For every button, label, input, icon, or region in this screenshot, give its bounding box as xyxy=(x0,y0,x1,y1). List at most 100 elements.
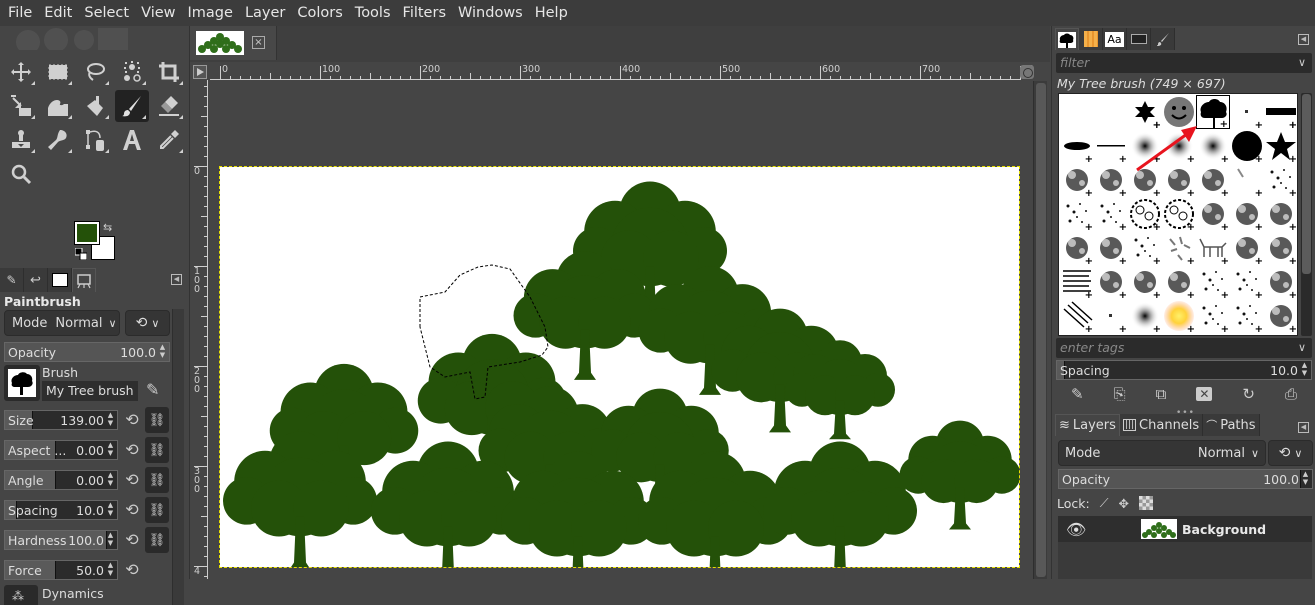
menu-help[interactable]: Help xyxy=(529,5,574,21)
brush-item-tree[interactable]: + xyxy=(1196,95,1230,130)
brush-item-sparse[interactable]: + xyxy=(1128,231,1162,267)
tab-paths[interactable]: ⌒ Paths xyxy=(1203,414,1260,436)
layer-opacity-spinner[interactable]: Opacity 100.0 ▲ ▼ xyxy=(1058,469,1313,489)
warp-transform-tool[interactable] xyxy=(41,90,75,122)
force-spinner[interactable]: Force 50.0 ▲ ▼ xyxy=(4,560,118,580)
eye-visibility-icon[interactable]: 👁 xyxy=(1066,520,1136,539)
brush-spacing-spinner[interactable]: Spacing 10.0 ▲ ▼ xyxy=(1056,360,1312,380)
spin-arrows-icon[interactable]: ▲ ▼ xyxy=(105,561,116,579)
menu-file[interactable]: File xyxy=(2,5,38,21)
menu-image[interactable]: Image xyxy=(182,5,239,21)
brush-item-star[interactable]: + xyxy=(1264,129,1297,165)
brushes-dock-menu-button[interactable]: ◀ xyxy=(1298,34,1309,45)
scrollbar-thumb[interactable] xyxy=(1302,94,1311,274)
dock-menu-button[interactable]: ◀ xyxy=(171,274,182,285)
spin-arrows-icon[interactable]: ▲ ▼ xyxy=(105,471,116,489)
canvas-viewport[interactable] xyxy=(209,81,1020,579)
new-brush-icon[interactable]: ⎘ xyxy=(1114,385,1126,403)
tab-channels[interactable]: ||| Channels xyxy=(1119,414,1204,436)
brush-item-sticks[interactable]: + xyxy=(1162,231,1196,267)
text-tool[interactable] xyxy=(115,124,149,156)
spin-arrows-icon[interactable]: ▲ ▼ xyxy=(1299,361,1310,379)
brush-item-sparse[interactable]: + xyxy=(1196,299,1230,335)
zoom-tool[interactable] xyxy=(4,158,38,190)
brush-item-splat[interactable]: + xyxy=(1094,231,1128,267)
dynamics-preview-button[interactable]: ⁂ xyxy=(4,585,38,605)
opacity-spinner[interactable]: Opacity 100.0 ▲ ▼ xyxy=(4,342,170,362)
brush-item-splat[interactable]: + xyxy=(1128,163,1162,199)
brush-item-stroke[interactable]: + xyxy=(1230,163,1264,199)
lock-alpha-icon[interactable] xyxy=(1138,496,1153,510)
tab-brushes[interactable] xyxy=(1055,28,1079,50)
menu-tools[interactable]: Tools xyxy=(349,5,397,21)
brush-item-sparse[interactable]: + xyxy=(1196,265,1230,301)
paintbrush-tool[interactable] xyxy=(115,90,149,122)
brush-item-blank[interactable] xyxy=(1060,95,1094,129)
chevron-down-icon[interactable]: ∨ xyxy=(1298,338,1306,358)
reset-spacing-icon[interactable]: ⟲ xyxy=(122,500,142,520)
edit-brush-icon[interactable]: ✎ xyxy=(1071,385,1084,403)
brush-item-fuzzy[interactable]: + xyxy=(1128,299,1162,335)
lock-pixels-icon[interactable]: ⟋ xyxy=(1100,495,1109,511)
brush-item-splat[interactable]: + xyxy=(1196,197,1230,233)
rect-select-tool[interactable] xyxy=(41,56,75,88)
smudge-tool[interactable] xyxy=(41,124,75,156)
reset-force-icon[interactable]: ⟲ xyxy=(122,560,142,580)
menu-colors[interactable]: Colors xyxy=(291,5,348,21)
link-aspect-button[interactable]: ⛓ xyxy=(145,437,169,463)
tab-paint-dynamics[interactable] xyxy=(1151,28,1175,50)
spin-arrows-icon[interactable]: ▲ ▼ xyxy=(105,441,116,459)
brush-item-splat[interactable]: + xyxy=(1094,163,1128,199)
brush-item-dot[interactable]: + xyxy=(1094,299,1128,335)
mode-effect-combo[interactable]: ⟲ ∨ xyxy=(125,310,170,336)
close-image-tab-icon[interactable]: × xyxy=(252,36,265,49)
spin-arrows-icon[interactable]: ▲ ▼ xyxy=(157,343,168,361)
brush-item-sparse[interactable]: + xyxy=(1264,163,1297,199)
delete-brush-icon[interactable]: ✕ xyxy=(1196,387,1213,401)
link-spacing-button[interactable]: ⛓ xyxy=(145,497,169,523)
brush-item-splat[interactable]: + xyxy=(1128,265,1162,301)
image-tab[interactable]: × xyxy=(190,26,277,60)
link-hardness-button[interactable]: ⛓ xyxy=(145,527,169,553)
brush-grid-scrollbar[interactable] xyxy=(1301,93,1312,336)
brush-item-noise[interactable]: + xyxy=(1264,299,1297,335)
brush-item-sparse[interactable]: + xyxy=(1230,299,1264,335)
eraser-tool[interactable] xyxy=(152,90,186,122)
tool-options-scrollbar[interactable] xyxy=(172,309,184,605)
refresh-brushes-icon[interactable]: ↻ xyxy=(1242,385,1255,403)
spin-arrows-icon[interactable]: ▲ ▼ xyxy=(1300,470,1311,488)
brush-preview-button[interactable] xyxy=(4,365,40,401)
brush-item-splat[interactable]: + xyxy=(1060,163,1094,199)
color-picker-tool[interactable] xyxy=(152,124,186,156)
layer-row[interactable]: 👁 Background xyxy=(1058,516,1312,542)
duplicate-brush-icon[interactable]: ⧉ xyxy=(1156,385,1167,403)
brush-item-bubbles[interactable]: + xyxy=(1162,197,1196,233)
reset-angle-icon[interactable]: ⟲ xyxy=(122,470,142,490)
brush-item-splat[interactable]: + xyxy=(1196,163,1230,199)
brush-item-line[interactable]: + xyxy=(1094,129,1128,165)
reset-size-icon[interactable]: ⟲ xyxy=(122,410,142,430)
menu-edit[interactable]: Edit xyxy=(38,5,78,21)
brush-grid[interactable]: + + + + + + + + + + + + + + + + + + + + + + + + + + + + + + + + + + + + + + + +… xyxy=(1058,93,1298,336)
brush-item-splat[interactable]: + xyxy=(1094,265,1128,301)
aspect-ratio-spinner[interactable]: Aspect ... 0.00 ▲ ▼ xyxy=(4,440,118,460)
brush-item-splat[interactable]: + xyxy=(1264,231,1297,267)
brush-filter-input[interactable]: filter ∨ xyxy=(1056,53,1312,73)
move-tool[interactable] xyxy=(4,56,38,88)
brush-tags-input[interactable]: enter tags ∨ xyxy=(1056,338,1312,358)
spin-arrows-icon[interactable]: ▲ ▼ xyxy=(105,411,116,429)
brush-item-fuzzy[interactable]: + xyxy=(1196,129,1230,165)
menu-windows[interactable]: Windows xyxy=(452,5,529,21)
reset-aspect-icon[interactable]: ⟲ xyxy=(122,440,142,460)
spin-arrows-icon[interactable]: ▲ ▼ xyxy=(105,531,116,549)
mode-combo[interactable]: Mode Normal ∨ xyxy=(4,310,120,336)
tab-document-history[interactable] xyxy=(1127,28,1151,50)
brush-item-circle[interactable]: + xyxy=(1230,129,1264,165)
image-canvas[interactable] xyxy=(219,166,1020,579)
edit-brush-icon[interactable]: ✎ xyxy=(146,380,159,399)
brush-item-splat[interactable]: + xyxy=(1162,163,1196,199)
brush-item-blob[interactable]: + xyxy=(1264,265,1297,301)
brush-item-bar[interactable]: + + xyxy=(1264,95,1297,131)
brush-item-splat[interactable]: + xyxy=(1230,197,1264,233)
clone-tool[interactable] xyxy=(4,124,38,156)
